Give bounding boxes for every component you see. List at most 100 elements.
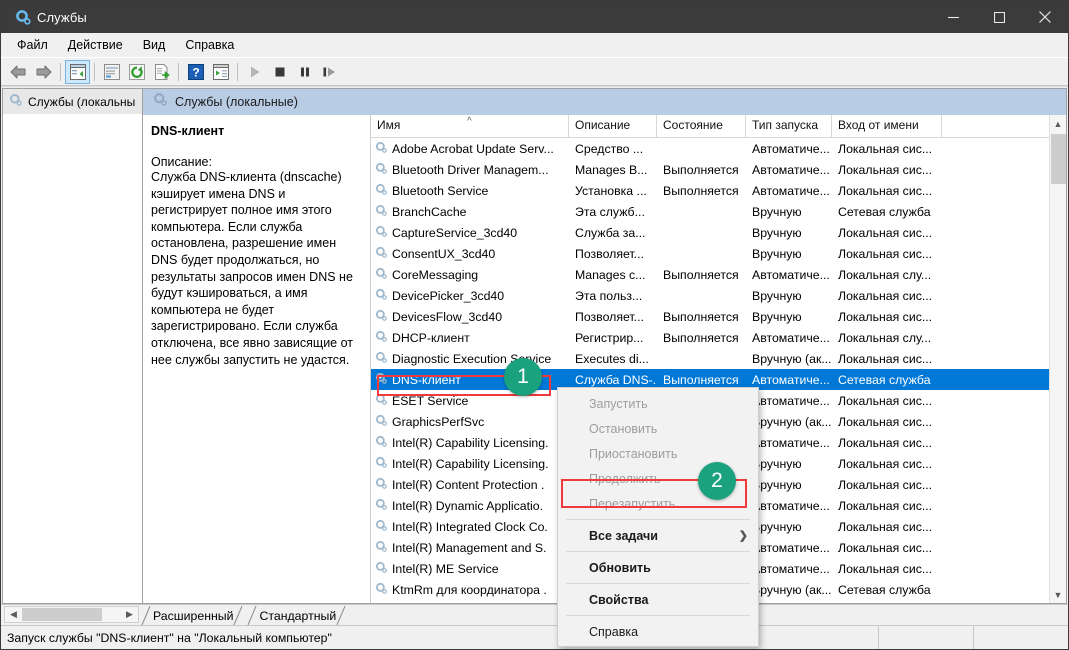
cell-description: Установка ...: [575, 183, 647, 198]
hscrollbar-thumb[interactable]: [22, 608, 102, 621]
column-header-name[interactable]: Имя ^: [371, 115, 569, 137]
table-row[interactable]: CoreMessaging Manages c... Выполняется Авто…: [371, 264, 1049, 285]
table-row[interactable]: Bluetooth Driver Managem... Manages B... В…: [371, 159, 1049, 180]
minimize-icon[interactable]: [930, 1, 976, 33]
selected-service-name: DNS-клиент: [151, 124, 225, 138]
back-arrow-icon[interactable]: [6, 60, 31, 84]
context-menu-separator: [566, 519, 750, 520]
table-row[interactable]: BranchCache Эта служб... Вручную Сетевая сл…: [371, 201, 1049, 222]
service-gear-icon: [375, 414, 388, 430]
service-name-label: CaptureService_3cd40: [392, 225, 518, 240]
console-tree-pane: Службы (локальны: [2, 88, 142, 604]
context-menu-item[interactable]: Свойства: [558, 587, 758, 612]
service-gear-icon: [375, 288, 388, 304]
cell-state: Выполняется: [663, 162, 739, 177]
stop-service-icon[interactable]: [267, 60, 292, 84]
service-gear-icon: [375, 435, 388, 451]
cell-name: BranchCache: [371, 204, 569, 220]
step-badge-2: 2: [698, 462, 736, 500]
cell-name: Intel(R) Management and S.: [371, 540, 569, 556]
cell-logon: Локальная сис...: [838, 435, 933, 450]
scroll-right-icon[interactable]: ▶: [121, 607, 138, 622]
title-bar: Службы: [1, 1, 1068, 33]
service-gear-icon: [375, 372, 388, 388]
service-name-label: DevicePicker_3cd40: [392, 288, 505, 303]
cell-logon: Локальная слу...: [838, 267, 932, 282]
cell-description: Регистрир...: [575, 330, 644, 345]
table-row[interactable]: CaptureService_3cd40 Служба за... Вручную Л…: [371, 222, 1049, 243]
table-row[interactable]: Bluetooth Service Установка ... Выполняетс…: [371, 180, 1049, 201]
properties-icon[interactable]: [99, 60, 124, 84]
export-list-icon[interactable]: [149, 60, 174, 84]
cell-logon: Локальная сис...: [838, 183, 933, 198]
context-menu-item-label: Свойства: [589, 592, 649, 607]
scroll-down-icon[interactable]: ▼: [1050, 586, 1067, 603]
cell-logon: Локальная сис...: [838, 393, 933, 408]
cell-state: Выполняется: [663, 372, 739, 387]
services-window: Службы Файл Действие Вид Справка ? Служб…: [0, 0, 1069, 650]
restart-service-icon[interactable]: [317, 60, 342, 84]
tab-extended[interactable]: Расширенный: [141, 606, 243, 625]
scroll-up-icon[interactable]: ▲: [1050, 115, 1067, 132]
cell-logon: Локальная сис...: [838, 540, 933, 555]
cell-startup: Автоматиче...: [752, 162, 830, 177]
tree-node-services-local[interactable]: Службы (локальны: [3, 89, 142, 114]
table-row[interactable]: ConsentUX_3cd40 Позволяет... Вручную Локаль…: [371, 243, 1049, 264]
close-icon[interactable]: [1022, 1, 1068, 33]
context-menu-item[interactable]: Все задачи ❯: [558, 523, 758, 548]
scrollbar-thumb[interactable]: [1051, 134, 1066, 184]
show-hide-tree-icon[interactable]: [65, 59, 90, 84]
column-header-description[interactable]: Описание: [569, 115, 657, 137]
vertical-scrollbar[interactable]: ▲ ▼: [1049, 115, 1066, 603]
cell-logon: Локальная сис...: [838, 162, 933, 177]
menu-file[interactable]: Файл: [8, 35, 57, 55]
column-header-logon-as[interactable]: Вход от имени: [832, 115, 942, 137]
column-header-state[interactable]: Состояние: [657, 115, 746, 137]
cell-logon: Локальная сис...: [838, 519, 933, 534]
service-name-label: Intel(R) Management and S.: [392, 540, 547, 555]
start-service-icon[interactable]: [242, 60, 267, 84]
tab-extended-label: Расширенный: [153, 608, 234, 623]
cell-description: Позволяет...: [575, 246, 644, 261]
table-row[interactable]: Diagnostic Execution Service Executes di.…: [371, 348, 1049, 369]
service-gear-icon: [375, 141, 388, 157]
cell-name: Intel(R) ME Service: [371, 561, 569, 577]
svg-text:?: ?: [192, 65, 199, 79]
service-description-pane: DNS-клиент Описание: Служба DNS-клиента …: [143, 115, 371, 603]
scroll-left-icon[interactable]: ◀: [5, 607, 22, 622]
context-menu-separator: [566, 551, 750, 552]
table-row[interactable]: Adobe Acrobat Update Serv... Средство ...…: [371, 138, 1049, 159]
cell-description: Эта польз...: [575, 288, 643, 303]
menu-help[interactable]: Справка: [176, 35, 243, 55]
context-menu-item: Приостановить: [558, 441, 758, 466]
show-action-pane-icon[interactable]: [208, 60, 233, 84]
cell-description: Эта служб...: [575, 204, 645, 219]
menu-action[interactable]: Действие: [59, 35, 132, 55]
status-bar-segment: [973, 626, 1068, 649]
cell-name: ESET Service: [371, 393, 569, 409]
context-menu-item[interactable]: Обновить: [558, 555, 758, 580]
cell-name: Bluetooth Driver Managem...: [371, 162, 569, 178]
service-name-label: DHCP-клиент: [392, 330, 470, 345]
column-header-startup-type[interactable]: Тип запуска: [746, 115, 832, 137]
table-row[interactable]: DevicePicker_3cd40 Эта польз... Вручную Лок…: [371, 285, 1049, 306]
table-row[interactable]: DevicesFlow_3cd40 Позволяет... Выполняется…: [371, 306, 1049, 327]
context-menu-item[interactable]: Справка: [558, 619, 758, 644]
service-gear-icon: [375, 267, 388, 283]
table-row[interactable]: DHCP-клиент Регистрир... Выполняется Автома…: [371, 327, 1049, 348]
cell-name: DHCP-клиент: [371, 330, 569, 346]
tab-standard[interactable]: Стандартный: [247, 606, 346, 625]
pause-service-icon[interactable]: [292, 60, 317, 84]
menu-view[interactable]: Вид: [134, 35, 175, 55]
cell-logon: Сетевая служба: [838, 204, 931, 219]
service-gear-icon: [375, 162, 388, 178]
tab-standard-label: Стандартный: [259, 608, 337, 623]
help-icon[interactable]: ?: [183, 60, 208, 84]
forward-arrow-icon[interactable]: [31, 60, 56, 84]
service-name-label: BranchCache: [392, 204, 467, 219]
maximize-icon[interactable]: [976, 1, 1022, 33]
cell-startup: Автоматиче...: [752, 141, 830, 156]
horizontal-scrollbar[interactable]: ◀ ▶: [4, 606, 139, 623]
service-gear-icon: [375, 183, 388, 199]
refresh-icon[interactable]: [124, 60, 149, 84]
